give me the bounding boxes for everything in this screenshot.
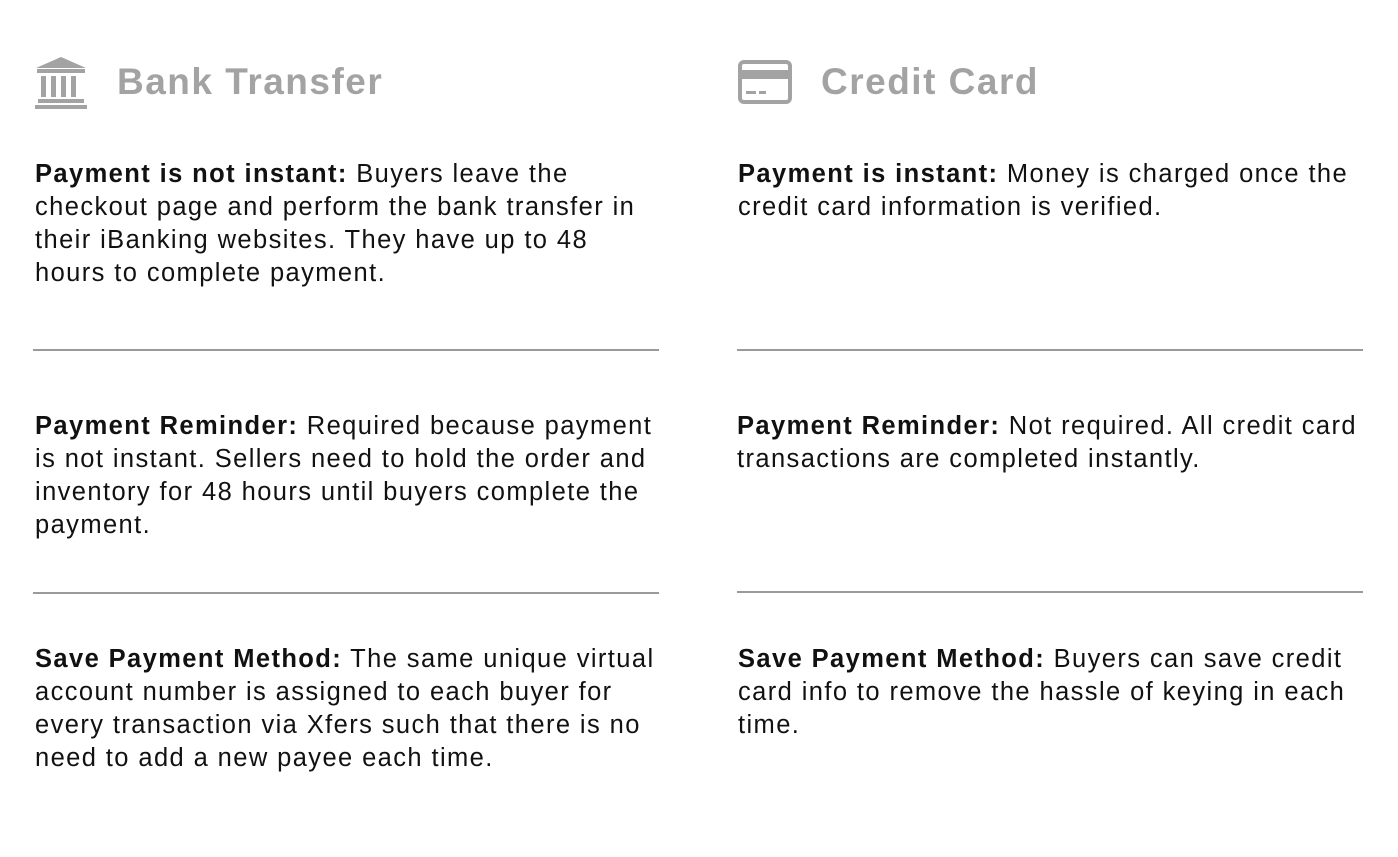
bank-icon — [33, 54, 89, 110]
section-label: Save Payment Method: — [738, 645, 1046, 673]
divider — [737, 591, 1363, 593]
credit-card-title: Credit Card — [821, 61, 1039, 102]
bank-payment-instant-section: Payment is not instant: Buyers leave the… — [35, 158, 655, 290]
card-payment-reminder-section: Payment Reminder: Not required. All cred… — [737, 410, 1357, 476]
divider — [33, 349, 659, 351]
section-label: Payment Reminder: — [737, 412, 1001, 440]
section-label: Payment is not instant: — [35, 160, 348, 188]
bank-transfer-title: Bank Transfer — [117, 61, 384, 102]
section-label: Save Payment Method: — [35, 645, 343, 673]
bank-transfer-header: Bank Transfer — [33, 52, 383, 112]
divider — [33, 592, 659, 594]
credit-card-header: Credit Card — [737, 52, 1039, 112]
bank-payment-reminder-section: Payment Reminder: Required because payme… — [35, 410, 655, 542]
bank-save-payment-section: Save Payment Method: The same unique vir… — [35, 643, 655, 775]
section-label: Payment is instant: — [738, 160, 999, 188]
section-label: Payment Reminder: — [35, 412, 299, 440]
divider — [737, 349, 1363, 351]
card-payment-instant-section: Payment is instant: Money is charged onc… — [738, 158, 1358, 224]
credit-card-icon — [737, 54, 793, 110]
card-save-payment-section: Save Payment Method: Buyers can save cre… — [738, 643, 1358, 742]
